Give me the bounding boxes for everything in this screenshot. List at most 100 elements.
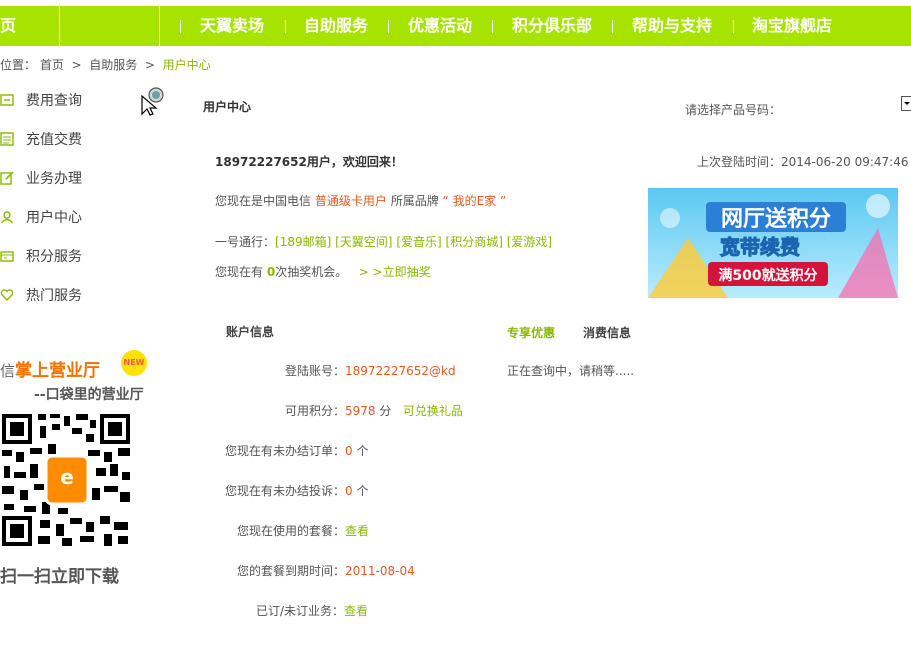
lottery-row: 您现在有 0次抽奖机会。 > >立即抽奖 <box>215 263 431 280</box>
user-status: 您现在是中国电信 普通级卡用户 所属品牌 “ 我的E家 ” <box>215 192 506 209</box>
breadcrumb: 位置： 首页 > 自助服务 > 用户中心 <box>0 56 211 73</box>
mouse-cursor-icon <box>141 87 164 116</box>
last-login-time: 2014-06-20 09:47:46 <box>781 155 909 169</box>
nav-item-home[interactable]: 页 <box>0 6 16 46</box>
sidebar-item-label: 用户中心 <box>26 210 82 226</box>
sidebar-item-label: 热门服务 <box>26 288 82 304</box>
sidebar-item-label: 费用查询 <box>26 93 82 109</box>
pending-orders-row: 您现在有未办结订单：0 个 <box>225 442 369 459</box>
subscribed-services-row: 已订/未订业务：查看 <box>256 602 368 619</box>
link-points-mall[interactable]: [积分商城] <box>446 235 503 249</box>
promo-title-prefix: 信 <box>0 362 16 380</box>
sidebar-item-hot-services[interactable]: 热门服务 <box>0 285 82 307</box>
one-pass-label: 一号通行： <box>215 235 276 249</box>
card-icon <box>0 132 14 146</box>
sidebar-item-business[interactable]: 业务办理 <box>0 168 82 190</box>
sidebar-item-label: 充值交费 <box>26 132 82 148</box>
sidebar-item-user-center[interactable]: 用户中心 <box>0 207 82 229</box>
welcome-message: 18972227652用户，欢迎回来！ <box>215 155 403 169</box>
row-label: 已订/未订业务： <box>256 604 345 618</box>
row-label: 可用积分： <box>285 404 346 418</box>
row-label: 您现在使用的套餐： <box>237 524 346 538</box>
nav-item-self-service[interactable]: 自助服务 <box>304 6 368 46</box>
view-plan-link[interactable]: 查看 <box>345 524 369 538</box>
user-icon <box>0 211 14 224</box>
nav-divider <box>612 20 613 33</box>
mobile-app-promo-subtitle: --口袋里的营业厅 <box>34 387 144 403</box>
nav-divider <box>733 20 734 33</box>
nav-blank-slot <box>59 6 160 46</box>
tab-account-info[interactable]: 账户信息 <box>226 323 274 340</box>
plan-expiry-value: 2011-08-04 <box>345 564 415 578</box>
nav-divider <box>285 20 286 33</box>
link-ai-music[interactable]: [爱音乐] <box>396 235 441 249</box>
nav-item-taobao-store[interactable]: 淘宝旗舰店 <box>752 6 832 46</box>
lottery-prefix: 您现在有 <box>215 265 264 279</box>
nav-divider <box>388 20 389 33</box>
svg-text:e: e <box>60 465 74 489</box>
breadcrumb-prefix: 位置： <box>0 58 37 72</box>
qr-code-image[interactable]: e <box>0 410 134 550</box>
sidebar-item-recharge[interactable]: 充值交费 <box>0 129 82 151</box>
status-brand-label: 所属品牌 <box>390 194 439 208</box>
edit-icon <box>0 171 14 185</box>
link-ai-game[interactable]: [爱游戏] <box>507 235 552 249</box>
bill-icon <box>0 94 14 106</box>
lottery-suffix: 次抽奖机会。 <box>275 265 348 279</box>
sidebar-item-label: 积分服务 <box>26 249 82 265</box>
link-tianyi-space[interactable]: [天翼空间] <box>335 235 392 249</box>
login-account-value: 18972227652@kd <box>345 364 456 378</box>
row-label: 您现在有未办结订单： <box>225 444 346 458</box>
scan-download-text: 扫一扫立即下载 <box>0 567 119 587</box>
nav-item-promotions[interactable]: 优惠活动 <box>408 6 472 46</box>
status-prefix: 您现在是中国电信 <box>215 194 312 208</box>
breadcrumb-home[interactable]: 首页 <box>40 58 64 72</box>
promo-title-text: 掌上营业厅 <box>15 361 101 381</box>
nav-item-points-club[interactable]: 积分俱乐部 <box>512 6 592 46</box>
nav-item-tianyi-store[interactable]: 天翼卖场 <box>200 6 264 46</box>
breadcrumb-sep: > <box>144 58 155 72</box>
lottery-link[interactable]: > >立即抽奖 <box>359 265 431 279</box>
pending-complaints-value: 0 <box>345 484 353 498</box>
top-nav: 页 天翼卖场 自助服务 优惠活动 积分俱乐部 帮助与支持 淘宝旗舰店 <box>0 6 911 46</box>
tab-exclusive-offers[interactable]: 专享优惠 <box>507 324 555 341</box>
tab-consumption-info[interactable]: 消费信息 <box>583 324 631 341</box>
heart-icon <box>0 289 14 302</box>
last-login: 上次登陆时间：2014-06-20 09:47:46 <box>697 153 908 170</box>
promo-banner-image[interactable]: 网厅送积分 宽带续费 满500就送积分 <box>648 188 898 298</box>
chevron-down-icon <box>904 102 910 105</box>
pending-complaints-unit: 个 <box>356 484 369 498</box>
sidebar-item-points[interactable]: 积分服务 <box>0 246 82 268</box>
current-plan-row: 您现在使用的套餐：查看 <box>237 522 369 539</box>
row-label: 您的套餐到期时间： <box>237 564 346 578</box>
last-login-label: 上次登陆时间： <box>697 155 782 169</box>
sidebar-item-label: 业务办理 <box>26 171 82 187</box>
view-services-link[interactable]: 查看 <box>344 604 368 618</box>
points-unit: 分 <box>379 404 392 418</box>
sidebar-item-bill-query[interactable]: 费用查询 <box>0 90 82 112</box>
mobile-app-promo-title: 信掌上营业厅 <box>0 356 100 381</box>
querying-message: 正在查询中，请稍等..... <box>507 364 635 378</box>
points-icon <box>0 251 14 262</box>
product-number-select[interactable] <box>901 96 911 111</box>
link-189-mail[interactable]: [189邮箱] <box>275 235 331 249</box>
points-value: 5978 <box>345 404 376 418</box>
nav-item-help[interactable]: 帮助与支持 <box>632 6 712 46</box>
banner-line3: 满500就送积分 <box>718 267 817 284</box>
new-badge: NEW <box>121 350 147 376</box>
product-number-label: 请选择产品号码： <box>685 103 782 117</box>
pending-orders-value: 0 <box>345 444 353 458</box>
pending-orders-unit: 个 <box>356 444 369 458</box>
nav-divider <box>180 20 181 33</box>
breadcrumb-section[interactable]: 自助服务 <box>89 58 137 72</box>
brand-name: “ 我的E家 ” <box>442 194 507 208</box>
nav-divider <box>492 20 493 33</box>
pending-complaints-row: 您现在有未办结投诉：0 个 <box>225 482 369 499</box>
banner-line1: 网厅送积分 <box>721 206 831 232</box>
available-points-row: 可用积分：5978 分 可兑换礼品 <box>285 402 463 419</box>
breadcrumb-current: 用户中心 <box>162 58 211 72</box>
banner-line2: 宽带续费 <box>720 235 800 259</box>
lottery-count: 0 <box>266 265 276 279</box>
redeem-gifts-link[interactable]: 可兑换礼品 <box>403 404 463 418</box>
user-type: 普通级卡用户 <box>314 194 387 208</box>
